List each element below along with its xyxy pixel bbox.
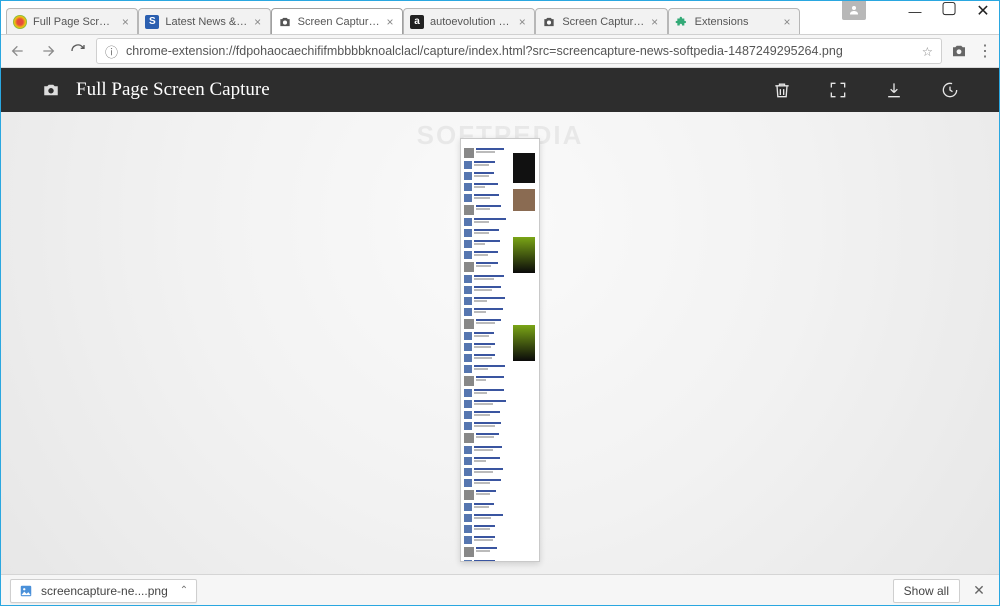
browser-tab[interactable]: Extensions ×: [668, 8, 800, 34]
history-button[interactable]: [940, 80, 960, 100]
app-logo: Full Page Screen Capture: [40, 79, 270, 101]
app-header: Full Page Screen Capture: [0, 68, 1000, 112]
tab-close-icon[interactable]: ×: [516, 16, 528, 28]
bookmark-star-icon[interactable]: ☆: [922, 44, 933, 59]
camera-icon: [542, 15, 556, 29]
show-all-downloads-button[interactable]: Show all: [893, 579, 960, 603]
site-info-icon[interactable]: ⓘ: [105, 42, 118, 61]
window-maximize-button[interactable]: ▢: [932, 0, 966, 19]
tab-close-icon[interactable]: ×: [252, 16, 264, 28]
back-button[interactable]: [6, 39, 30, 63]
tab-close-icon[interactable]: ×: [649, 16, 661, 28]
browser-tab-active[interactable]: Screen Capture Result ×: [271, 8, 403, 34]
delete-button[interactable]: [772, 80, 792, 100]
tab-close-icon[interactable]: ×: [384, 16, 396, 28]
reload-button[interactable]: [66, 39, 90, 63]
tab-title: Full Page Screen Captu: [33, 16, 115, 28]
window-close-button[interactable]: ✕: [966, 0, 1000, 22]
browser-tab[interactable]: S Latest News & Reviews ×: [138, 8, 270, 34]
page-viewport: Full Page Screen Capture SOFTPEDIA: [0, 68, 1000, 574]
browser-tab[interactable]: Full Page Screen Captu ×: [6, 8, 138, 34]
tab-title: Latest News & Reviews: [165, 16, 247, 28]
tab-title: Screen Capture Result: [562, 16, 644, 28]
url-text: chrome-extension://fdpohaocaechififmbbbb…: [126, 44, 914, 58]
download-bar: screencapture-ne....png ⌃ Show all ✕: [0, 574, 1000, 606]
person-icon: [848, 4, 860, 16]
tab-close-icon[interactable]: ×: [119, 16, 131, 28]
tab-title: Extensions: [695, 16, 777, 28]
close-download-bar-button[interactable]: ✕: [968, 582, 990, 599]
browser-toolbar: ⓘ chrome-extension://fdpohaocaechififmbb…: [0, 34, 1000, 68]
extension-camera-icon[interactable]: [948, 40, 970, 62]
forward-button[interactable]: [36, 39, 60, 63]
favicon-icon: [13, 15, 27, 29]
favicon-icon: S: [145, 15, 159, 29]
image-file-icon: [19, 584, 33, 598]
tab-title: autoevolution - autom: [430, 16, 512, 28]
capture-thumbnail[interactable]: [460, 138, 540, 562]
favicon-icon: a: [410, 15, 424, 29]
download-filename: screencapture-ne....png: [41, 584, 168, 598]
tab-title: Screen Capture Result: [298, 16, 380, 28]
camera-icon: [278, 15, 292, 29]
browser-tab[interactable]: a autoevolution - autom ×: [403, 8, 535, 34]
expand-button[interactable]: [828, 80, 848, 100]
download-button[interactable]: [884, 80, 904, 100]
app-title: Full Page Screen Capture: [76, 79, 270, 101]
browser-tabstrip: Full Page Screen Captu × S Latest News &…: [6, 0, 800, 34]
address-bar[interactable]: ⓘ chrome-extension://fdpohaocaechififmbb…: [96, 38, 942, 64]
chrome-profile-badge[interactable]: [842, 0, 866, 20]
chrome-menu-button[interactable]: ⋮: [976, 40, 994, 62]
tab-close-icon[interactable]: ×: [781, 16, 793, 28]
download-item[interactable]: screencapture-ne....png ⌃: [10, 579, 197, 603]
puzzle-icon: [675, 15, 689, 29]
chevron-up-icon[interactable]: ⌃: [180, 585, 188, 596]
camera-icon: [40, 81, 62, 99]
app-actions: [772, 80, 960, 100]
window-minimize-button[interactable]: —: [898, 0, 932, 22]
browser-tab[interactable]: Screen Capture Result ×: [535, 8, 667, 34]
